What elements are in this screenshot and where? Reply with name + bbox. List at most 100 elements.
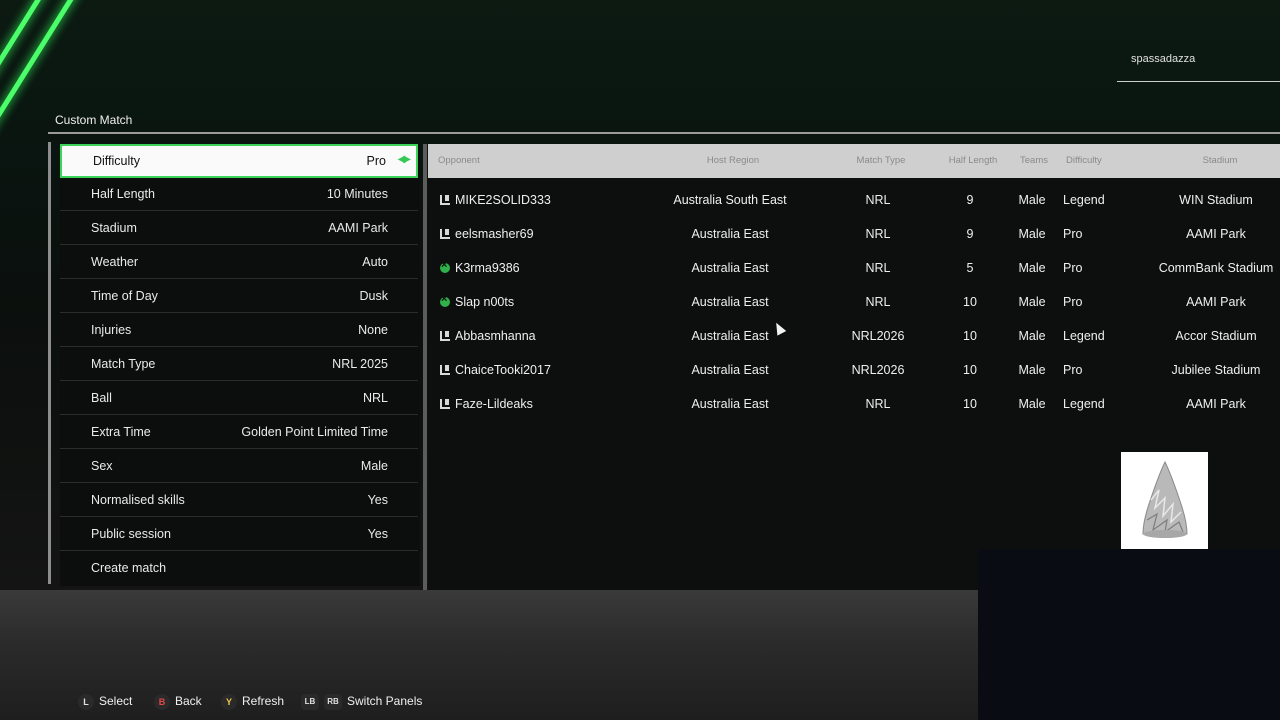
opponent-name: Faze-Lildeaks [455, 397, 533, 411]
stadium: Accor Stadium [1175, 329, 1257, 343]
left-right-arrows-icon[interactable]: ◀▶ [398, 154, 411, 165]
teams: Male [1018, 193, 1046, 207]
column-header-half-length[interactable]: Half Length [949, 155, 998, 166]
user-profile: spassadazza [1117, 44, 1280, 82]
host-region: Australia East [691, 329, 769, 343]
setting-value: Yes [367, 493, 388, 507]
setting-value: Golden Point Limited Time [241, 425, 388, 439]
teams: Male [1018, 329, 1046, 343]
setting-normalised-skills[interactable]: Normalised skills Yes [60, 484, 418, 517]
difficulty: Pro [1063, 261, 1083, 275]
difficulty: Legend [1063, 329, 1105, 343]
lb-button-icon: LB [301, 694, 319, 710]
setting-extra-time[interactable]: Extra Time Golden Point Limited Time [60, 416, 418, 449]
match-type: NRL [865, 295, 891, 309]
table-row[interactable]: MIKE2SOLID333 Australia South East NRL 9… [428, 183, 1280, 217]
half-length: 9 [966, 193, 974, 207]
difficulty: Legend [1063, 397, 1105, 411]
setting-value: NRL 2025 [332, 357, 388, 371]
setting-match-type[interactable]: Match Type NRL 2025 [60, 348, 418, 381]
setting-label: Ball [91, 391, 112, 405]
hint-label: Switch Panels [347, 694, 423, 709]
teams: Male [1018, 397, 1046, 411]
setting-label: Create match [91, 561, 167, 575]
setting-label: Normalised skills [91, 493, 185, 507]
opponent-name: eelsmasher69 [455, 227, 534, 241]
setting-sex[interactable]: Sex Male [60, 450, 418, 483]
host-region: Australia East [691, 261, 769, 275]
streamer-avatar [1121, 452, 1208, 549]
hint-back[interactable]: B Back [154, 694, 202, 710]
host-region: Australia East [691, 227, 769, 241]
hint-select[interactable]: L Select [78, 694, 132, 710]
lobby-table-header: Opponent Host Region Match Type Half Len… [428, 144, 1280, 178]
column-header-match-type[interactable]: Match Type [857, 155, 906, 166]
setting-injuries[interactable]: Injuries None [60, 314, 418, 347]
panel-scrollbar[interactable] [423, 144, 427, 590]
column-header-stadium[interactable]: Stadium [1203, 155, 1238, 166]
setting-ball[interactable]: Ball NRL [60, 382, 418, 415]
column-header-teams[interactable]: Teams [1020, 155, 1048, 166]
half-length: 5 [966, 261, 974, 275]
webcam-overlay [978, 549, 1280, 720]
table-row[interactable]: ChaiceTooki2017 Australia East NRL2026 1… [428, 353, 1280, 387]
b-button-icon: B [154, 694, 170, 710]
panel-edge [48, 142, 51, 584]
setting-public-session[interactable]: Public session Yes [60, 518, 418, 551]
hint-label: Refresh [242, 694, 285, 709]
match-type: NRL [865, 193, 891, 207]
teams: Male [1018, 295, 1046, 309]
table-row[interactable]: Slap n00ts Australia East NRL 10 Male Pr… [428, 285, 1280, 319]
pc-icon [440, 331, 450, 341]
teams: Male [1018, 363, 1046, 377]
pc-icon [440, 195, 450, 205]
left-stick-icon: L [78, 694, 94, 710]
setting-stadium[interactable]: Stadium AAMI Park [60, 212, 418, 245]
difficulty: Pro [1063, 363, 1083, 377]
setting-difficulty[interactable]: Difficulty Pro ◀▶ [60, 144, 418, 178]
table-row[interactable]: Faze-Lildeaks Australia East NRL 10 Male… [428, 387, 1280, 421]
opponent-name: Slap n00ts [455, 295, 515, 309]
teams: Male [1018, 227, 1046, 241]
stadium: WIN Stadium [1179, 193, 1253, 207]
table-row[interactable]: Abbasmhanna Australia East NRL2026 10 Ma… [428, 319, 1280, 353]
setting-time-of-day[interactable]: Time of Day Dusk [60, 280, 418, 313]
table-row[interactable]: eelsmasher69 Australia East NRL 9 Male P… [428, 217, 1280, 251]
opponent-name: ChaiceTooki2017 [455, 363, 551, 377]
pc-icon [440, 229, 450, 239]
half-length: 10 [963, 397, 977, 411]
host-region: Australia East [691, 295, 769, 309]
column-header-difficulty[interactable]: Difficulty [1066, 155, 1102, 166]
background-accent-stripes [0, 0, 120, 160]
setting-label: Match Type [91, 357, 156, 371]
pc-icon [440, 399, 450, 409]
opponent-name: K3rma9386 [455, 261, 520, 275]
hint-switch-panels[interactable]: LB RB Switch Panels [301, 694, 422, 710]
setting-half-length[interactable]: Half Length 10 Minutes [60, 178, 418, 211]
half-length: 10 [963, 363, 977, 377]
column-header-opponent[interactable]: Opponent [438, 155, 480, 166]
table-row[interactable]: K3rma9386 Australia East NRL 5 Male Pro … [428, 251, 1280, 285]
pc-icon [440, 365, 450, 375]
match-type: NRL [865, 227, 891, 241]
setting-value: Yes [367, 527, 388, 541]
setting-weather[interactable]: Weather Auto [60, 246, 418, 279]
half-length: 10 [963, 329, 977, 343]
hint-refresh[interactable]: Y Refresh [221, 694, 284, 710]
xbox-icon [440, 259, 450, 273]
setting-label: Public session [91, 527, 171, 541]
teams: Male [1018, 261, 1046, 275]
difficulty: Pro [1063, 227, 1083, 241]
setting-label: Sex [91, 459, 113, 473]
setting-value: AAMI Park [328, 221, 388, 235]
match-type: NRL [865, 397, 891, 411]
y-button-icon: Y [221, 694, 237, 710]
create-match-button[interactable]: Create match [60, 552, 418, 585]
title-divider [48, 132, 1280, 134]
gamertag: spassadazza [1131, 53, 1196, 65]
host-region: Australia East [691, 363, 769, 377]
column-header-host-region[interactable]: Host Region [707, 155, 759, 166]
match-type: NRL [865, 261, 891, 275]
half-length: 9 [966, 227, 974, 241]
setting-label: Stadium [91, 221, 137, 235]
